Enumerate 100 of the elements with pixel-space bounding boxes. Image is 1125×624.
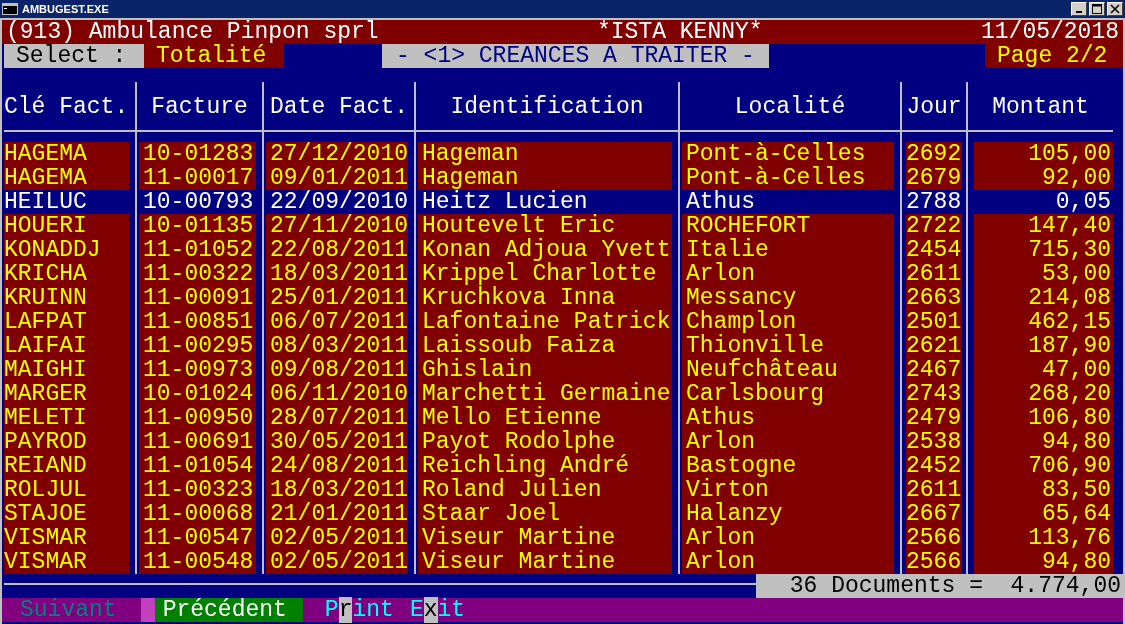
table-cell: 2621: [906, 334, 962, 358]
table-cell: KRICHA: [4, 262, 129, 286]
document-total: 36 Documents = 4.774,00: [756, 574, 1123, 598]
table-cell: REIAND: [4, 454, 129, 478]
table-cell: HOUERI: [4, 214, 129, 238]
table-cell: 113,76: [974, 526, 1113, 550]
table-cell: 11-00017: [139, 166, 256, 190]
table-cell: 2566: [906, 526, 962, 550]
table-cell: Champlon: [682, 310, 894, 334]
table-cell: 2467: [906, 358, 962, 382]
table-cell: 22/08/2011: [266, 238, 408, 262]
column-header[interactable]: Clé Fact.: [4, 84, 135, 132]
table-cell: 147,40: [974, 214, 1113, 238]
table-cell: Lafontaine Patrick: [418, 310, 672, 334]
table-cell: Hageman: [418, 166, 672, 190]
table-cell: 462,15: [974, 310, 1113, 334]
table-cell: Athus: [682, 406, 894, 430]
function-key[interactable]: Print: [316, 598, 402, 622]
table-cell: 47,00: [974, 358, 1113, 382]
table-cell: ROLJUL: [4, 478, 129, 502]
column-header[interactable]: Identification: [416, 84, 678, 132]
table-cell: Houtevelt Eric: [418, 214, 672, 238]
table-cell: Staar Joel: [418, 502, 672, 526]
table-cell: 94,80: [974, 550, 1113, 574]
table-cell: 06/07/2011: [266, 310, 408, 334]
table-cell: 21/01/2011: [266, 502, 408, 526]
table-cell: Pont-à-Celles: [682, 142, 894, 166]
table-cell: Laissoub Faiza: [418, 334, 672, 358]
table-cell: Bastogne: [682, 454, 894, 478]
table-cell: 2722: [906, 214, 962, 238]
company-name: (913) Ambulance Pinpon sprl: [6, 20, 379, 44]
table-cell: HAGEMA: [4, 166, 129, 190]
table-cell: 06/11/2010: [266, 382, 408, 406]
table-cell: KRUINN: [4, 286, 129, 310]
close-icon: [1110, 4, 1120, 14]
table-cell: 11-00950: [139, 406, 256, 430]
table-cell: 24/08/2011: [266, 454, 408, 478]
table-cell: MELETI: [4, 406, 129, 430]
table-cell: ROCHEFORT: [682, 214, 894, 238]
select-value[interactable]: Totalité: [144, 44, 284, 68]
table-cell: 11-00322: [139, 262, 256, 286]
table-cell: Viseur Martine: [418, 526, 672, 550]
table-cell: 11-01054: [139, 454, 256, 478]
table-cell: 2538: [906, 430, 962, 454]
table-cell: Marchetti Germaine: [418, 382, 672, 406]
table-cell: 2454: [906, 238, 962, 262]
column-header[interactable]: Jour: [902, 84, 966, 132]
column-header[interactable]: Date Fact.: [264, 84, 414, 132]
table-cell: STAJOE: [4, 502, 129, 526]
table-cell: Reichling André: [418, 454, 672, 478]
table-cell: Payot Rodolphe: [418, 430, 672, 454]
table-cell: 11-00973: [139, 358, 256, 382]
table-cell: 2566: [906, 550, 962, 574]
table-cell: Krippel Charlotte: [418, 262, 672, 286]
table-cell: Arlon: [682, 550, 894, 574]
table-cell: 2611: [906, 478, 962, 502]
table-cell: LAIFAI: [4, 334, 129, 358]
function-key[interactable]: Exit: [401, 598, 474, 622]
table-cell: Neufchâteau: [682, 358, 894, 382]
table-cell: 11-00323: [139, 478, 256, 502]
table-cell: 27/11/2010: [266, 214, 408, 238]
table-cell: KONADDJ: [4, 238, 129, 262]
table-cell: 214,08: [974, 286, 1113, 310]
table-cell: Roland Julien: [418, 478, 672, 502]
table-cell: 18/03/2011: [266, 478, 408, 502]
table-cell: Arlon: [682, 430, 894, 454]
table-cell: 2679: [906, 166, 962, 190]
user-name: *ISTA KENNY*: [597, 20, 763, 44]
table-cell: 268,20: [974, 382, 1113, 406]
close-button[interactable]: [1107, 2, 1123, 16]
maximize-button[interactable]: [1089, 2, 1105, 16]
table-cell: 105,00: [974, 142, 1113, 166]
column-header[interactable]: Facture: [137, 84, 262, 132]
table-cell: Hageman: [418, 142, 672, 166]
table-cell: Konan Adjoua Yvett: [418, 238, 672, 262]
column-header[interactable]: Localité: [680, 84, 900, 132]
selection-marker: [140, 598, 155, 622]
table-cell: 83,50: [974, 478, 1113, 502]
table-cell: 92,00: [974, 166, 1113, 190]
table-cell: 11-00548: [139, 550, 256, 574]
table-cell: Arlon: [682, 262, 894, 286]
table-cell: 715,30: [974, 238, 1113, 262]
table-cell: 187,90: [974, 334, 1113, 358]
column-header[interactable]: Montant: [968, 84, 1113, 132]
table-cell: 10-01135: [139, 214, 256, 238]
table-cell: Ghislain: [418, 358, 672, 382]
minimize-button[interactable]: [1071, 2, 1087, 16]
table-cell: 65,64: [974, 502, 1113, 526]
table-cell: Mello Etienne: [418, 406, 672, 430]
table-cell: PAYROD: [4, 430, 129, 454]
table-cell: 2501: [906, 310, 962, 334]
table-cell: 11-00091: [139, 286, 256, 310]
table-cell: Arlon: [682, 526, 894, 550]
function-key[interactable]: Précédent: [154, 598, 303, 622]
table-cell: 08/03/2011: [266, 334, 408, 358]
table-cell: 11-00068: [139, 502, 256, 526]
table-cell: 2743: [906, 382, 962, 406]
select-label: Select :: [4, 44, 144, 68]
table-cell: 11-00295: [139, 334, 256, 358]
console-icon: [2, 3, 18, 15]
